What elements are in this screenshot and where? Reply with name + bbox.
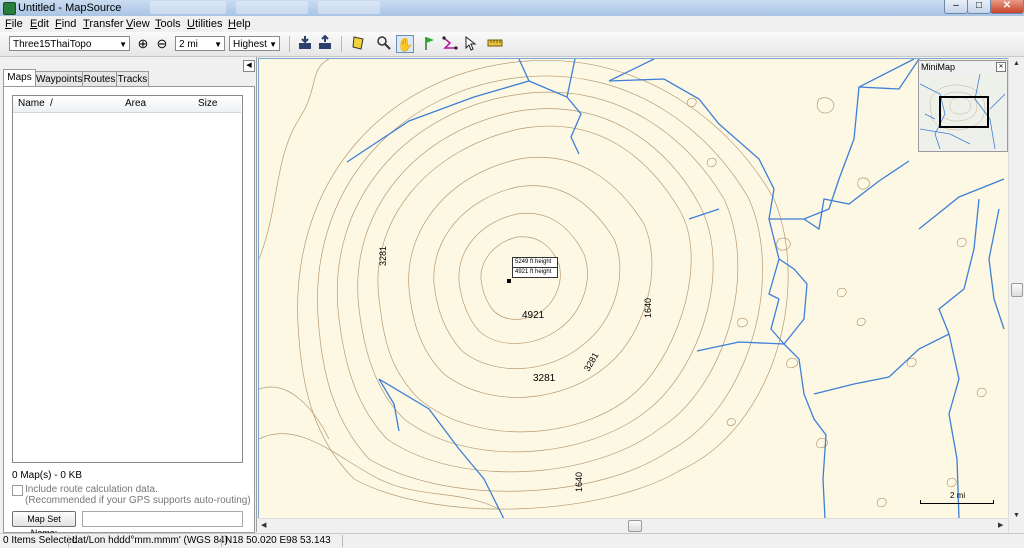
background-taskbar-ghost	[236, 1, 308, 14]
route-calculation-note: (Recommended if your GPS supports auto-r…	[25, 495, 251, 506]
menu-find[interactable]: Find	[55, 17, 76, 31]
zoom-scale-value: 2 mi	[179, 39, 198, 50]
maps-list[interactable]	[12, 95, 243, 463]
map-view[interactable]	[258, 58, 1010, 520]
map-product-value: Three15ThaiTopo	[13, 39, 92, 50]
horizontal-scroll-thumb[interactable]	[628, 520, 642, 532]
sort-indicator: /	[50, 98, 53, 109]
chevron-down-icon: ▼	[119, 40, 127, 49]
map-product-select[interactable]: Three15ThaiTopo ▼	[9, 36, 130, 51]
chevron-down-icon: ▼	[269, 40, 277, 49]
detail-level-value: Highest	[233, 39, 267, 50]
topographic-map	[259, 59, 1005, 519]
elevation-tooltip: 5249 ft height 4921 ft height	[512, 257, 558, 278]
map-set-name-input[interactable]	[82, 511, 243, 527]
menu-tools[interactable]: Tools	[155, 17, 181, 31]
contour-lines	[259, 59, 987, 510]
menu-help[interactable]: Help	[228, 17, 251, 31]
menu-transfer[interactable]: Transfer	[83, 17, 124, 31]
vertical-scroll-thumb[interactable]	[1011, 283, 1023, 297]
chevron-down-icon: ▼	[214, 40, 222, 49]
toolbar-separator	[289, 36, 290, 52]
status-divider	[68, 535, 69, 547]
selection-arrow-icon[interactable]	[461, 35, 479, 53]
menu-utilities[interactable]: Utilities	[187, 17, 222, 31]
background-taskbar-ghost	[150, 1, 226, 14]
send-to-device-icon[interactable]	[316, 34, 334, 53]
maximize-button[interactable]: □	[967, 0, 991, 14]
position-format-status: Lat/Lon hddd°mm.mmm' (WGS 84)	[72, 535, 228, 546]
hand-tool-icon[interactable]: ✋	[396, 35, 414, 53]
map-scale-label: 2 mi	[950, 491, 966, 500]
map-set-name-button[interactable]: Map Set Name:	[12, 511, 76, 538]
receive-from-device-icon[interactable]	[296, 35, 314, 53]
minimap-preview[interactable]	[920, 74, 1005, 149]
rivers	[346, 59, 1005, 519]
contour-label: 3281	[378, 245, 388, 266]
minimize-button[interactable]: –	[944, 0, 968, 14]
status-divider	[342, 535, 343, 547]
background-taskbar-ghost	[318, 1, 380, 14]
column-size-header[interactable]: Size	[198, 96, 217, 112]
tooltip-line: 4921 ft height	[515, 269, 552, 275]
tab-tracks[interactable]: Tracks	[116, 71, 149, 87]
contour-label: 1640	[574, 471, 584, 492]
contour-label: 3281	[533, 373, 556, 384]
menu-bar: File Edit Find Transfer View Tools Utili…	[0, 16, 1024, 32]
cursor-point-marker	[507, 279, 511, 283]
menu-file[interactable]: File	[5, 17, 23, 31]
close-button[interactable]: ✕	[990, 0, 1024, 14]
minimap-title: MiniMap	[921, 62, 956, 72]
minimap-close-icon[interactable]: ✕	[996, 62, 1006, 72]
cursor-position-status: N18 50.020 E98 53.143	[225, 535, 331, 546]
mapsource-app-icon	[3, 2, 16, 15]
tooltip-line: 5249 ft height	[513, 258, 557, 268]
tab-waypoints[interactable]: Waypoints	[35, 71, 83, 87]
scroll-right-icon[interactable]: ▶	[998, 521, 1003, 529]
contour-label: 1640	[643, 297, 653, 318]
window-title: Untitled - MapSource	[18, 2, 122, 14]
zoom-tool-icon[interactable]	[375, 35, 393, 53]
route-calculation-label: Include route calculation data.	[25, 484, 158, 495]
collapse-panel-icon[interactable]: ◀	[243, 60, 255, 72]
zoom-out-icon[interactable]: ⊖	[153, 35, 171, 53]
map-tool-icon[interactable]	[350, 35, 368, 53]
menu-edit[interactable]: Edit	[30, 17, 49, 31]
tab-routes[interactable]: Routes	[82, 71, 117, 87]
zoom-scale-select[interactable]: 2 mi ▼	[175, 36, 225, 51]
maps-size-summary: 0 Map(s) - 0 KB	[12, 470, 83, 481]
zoom-in-icon[interactable]: ⊕	[134, 35, 152, 53]
scroll-up-icon[interactable]: ▲	[1013, 60, 1020, 67]
status-divider	[221, 535, 222, 547]
status-bar: 0 Items Selected Lat/Lon hddd°mm.mmm' (W…	[0, 533, 1024, 548]
waypoint-flag-icon[interactable]	[421, 35, 439, 53]
column-name-header[interactable]: Name	[18, 96, 45, 112]
route-tool-icon[interactable]	[441, 35, 459, 53]
scroll-down-icon[interactable]: ▼	[1013, 512, 1020, 519]
map-horizontal-scrollbar[interactable]: ◀ ▶	[258, 518, 1008, 533]
measure-ruler-icon[interactable]	[486, 35, 504, 53]
route-calculation-checkbox[interactable]	[12, 485, 23, 496]
maps-list-header: Name / Area Size	[13, 96, 241, 113]
map-scale-bar	[920, 500, 994, 504]
contour-label: 4921	[522, 310, 545, 321]
selection-status: 0 Items Selected	[3, 535, 78, 546]
menu-view[interactable]: View	[126, 17, 150, 31]
detail-level-select[interactable]: Highest ▼	[229, 36, 280, 51]
toolbar: Three15ThaiTopo ▼ ⊕ ⊖ 2 mi ▼ Highest ▼ ✋	[0, 32, 1024, 57]
scroll-left-icon[interactable]: ◀	[261, 521, 266, 529]
map-vertical-scrollbar[interactable]: ▲ ▼	[1008, 58, 1024, 534]
toolbar-separator	[341, 36, 342, 52]
column-area-header[interactable]: Area	[125, 96, 146, 112]
